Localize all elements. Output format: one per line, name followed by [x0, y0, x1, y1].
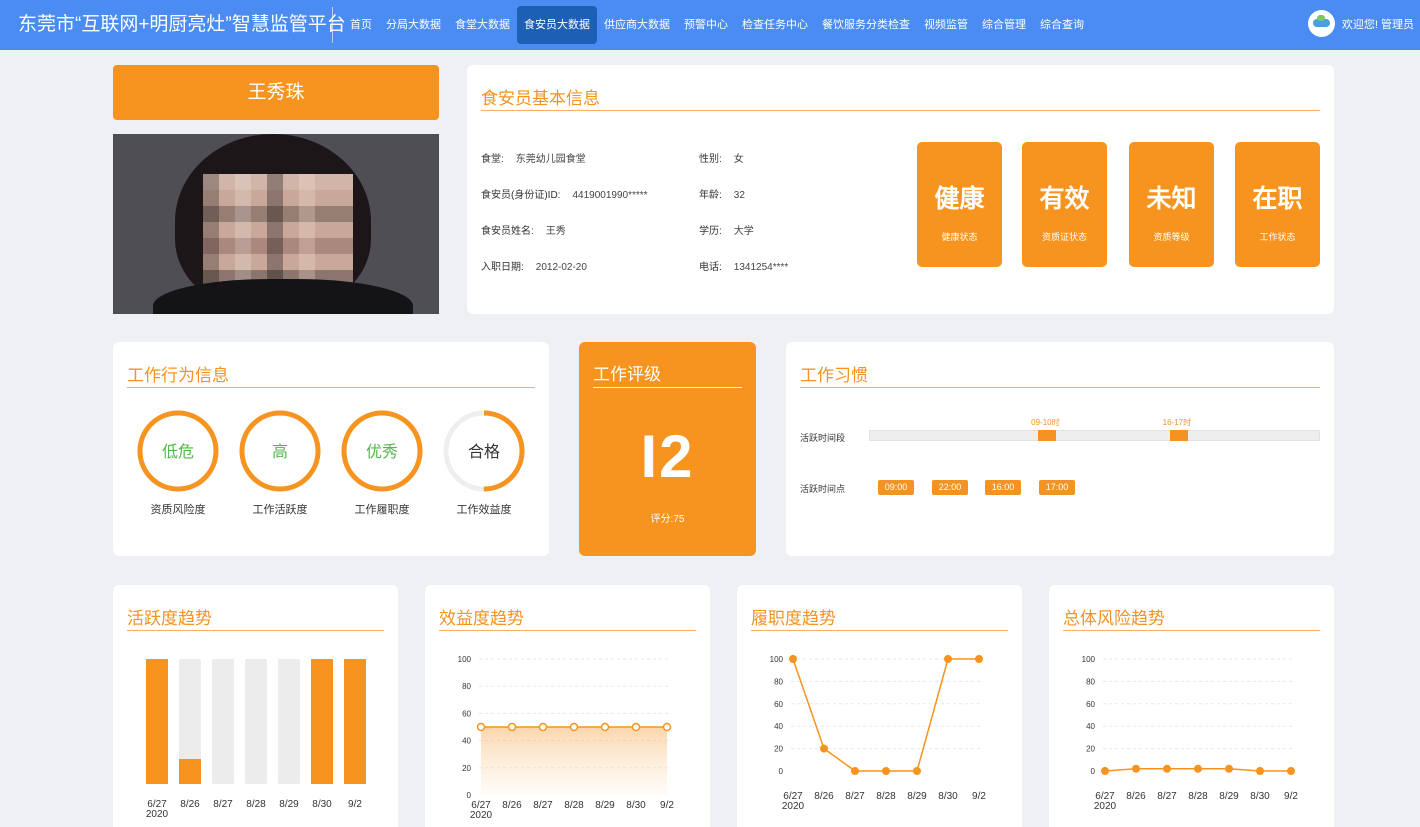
- active-time-chip: 17:00: [1039, 480, 1075, 495]
- ring-value: 合格: [468, 443, 500, 461]
- progress-ring: 高: [238, 409, 322, 493]
- nav-safety-officer-data[interactable]: 食安员大数据: [517, 6, 597, 44]
- nav-home[interactable]: 首页: [343, 6, 379, 44]
- ring-value: 优秀: [366, 443, 398, 461]
- app-title: 东莞市“互联网+明厨亮灶”智慧监管平台: [0, 7, 346, 43]
- chart-title: 效益度趋势: [439, 609, 524, 628]
- active-point-label: 活跃时间点: [800, 484, 846, 494]
- info-canteen: 食堂: 东莞幼儿园食堂: [481, 154, 586, 165]
- rating-card: 工作评级 I2 评分:75: [579, 342, 756, 556]
- ring-label: 工作履职度: [354, 504, 410, 516]
- basic-info-title: 食安员基本信息: [481, 89, 600, 108]
- ring-label: 工作活跃度: [252, 504, 308, 516]
- habits-title: 工作习惯: [800, 366, 868, 385]
- nav-inspection-tasks[interactable]: 检查任务中心: [735, 6, 815, 44]
- info-name: 食安员姓名: 王秀: [481, 226, 566, 237]
- rating-grade: I2: [640, 423, 695, 490]
- info-hire-date: 入职日期: 2012-02-20: [481, 262, 587, 273]
- chart-title: 活跃度趋势: [127, 609, 212, 628]
- info-gender: 性别: 女: [699, 154, 744, 165]
- habits-divider: [800, 387, 1320, 388]
- chart-divider: [439, 630, 696, 631]
- behavior-divider: [127, 387, 535, 388]
- nav-video-supervision[interactable]: 视频监管: [917, 6, 975, 44]
- officer-name: 王秀珠: [113, 65, 439, 120]
- nav-catering-inspection[interactable]: 餐饮服务分类检查: [815, 6, 917, 44]
- basic-info-divider: [481, 110, 1320, 111]
- nav-query[interactable]: 综合查询: [1033, 6, 1091, 44]
- rating-score: 评分:75: [650, 514, 685, 525]
- chart-divider: [1063, 630, 1320, 631]
- nav-canteen-data[interactable]: 食堂大数据: [448, 6, 517, 44]
- active-period-label: 09-10时: [1031, 418, 1060, 427]
- nav-branch-data[interactable]: 分局大数据: [379, 6, 448, 44]
- chart-divider: [751, 630, 1008, 631]
- active-period-segment: [1169, 430, 1188, 441]
- chart-title: 总体风险趋势: [1063, 609, 1165, 628]
- nav-management[interactable]: 综合管理: [975, 6, 1033, 44]
- info-education: 学历: 大学: [699, 226, 754, 237]
- ring-value: 高: [272, 443, 288, 461]
- active-time-chip: 09:00: [878, 480, 914, 495]
- progress-ring: 合格: [442, 409, 526, 493]
- info-id: 食安员(身份证)ID: 4419001990*****: [481, 190, 648, 201]
- habits-card: [786, 342, 1334, 556]
- certificate-status-tile: 有效 资质证状态: [1022, 142, 1107, 267]
- active-period-label: 16-17时: [1162, 418, 1192, 427]
- ring-label: 资质风险度: [150, 504, 206, 516]
- user-menu[interactable]: 欢迎您! 管理员: [1307, 10, 1414, 37]
- top-header: 东莞市“互联网+明厨亮灶”智慧监管平台 首页 分局大数据 食堂大数据 食安员大数…: [0, 0, 1420, 50]
- main-nav: 首页 分局大数据 食堂大数据 食安员大数据 供应商大数据 预警中心 检查任务中心…: [343, 0, 1091, 50]
- active-period-segment: [1038, 430, 1057, 441]
- active-period-label: 活跃时间段: [800, 433, 846, 443]
- qualification-level-tile: 未知 资质等级: [1129, 142, 1214, 267]
- health-status-tile: 健康 健康状态: [917, 142, 1002, 267]
- progress-ring: 低危: [136, 409, 220, 493]
- progress-ring: 优秀: [340, 409, 424, 493]
- active-time-chip: 22:00: [932, 480, 968, 495]
- rating-title: 工作评级: [593, 365, 661, 384]
- rating-divider: [593, 387, 742, 388]
- chart-title: 履职度趋势: [751, 609, 836, 628]
- active-time-chip: 16:00: [985, 480, 1021, 495]
- ring-label: 工作效益度: [456, 504, 512, 516]
- active-period-track: [869, 430, 1320, 441]
- nav-supplier-data[interactable]: 供应商大数据: [597, 6, 677, 44]
- chart-divider: [127, 630, 384, 631]
- officer-photo: [113, 134, 439, 314]
- info-age: 年龄: 32: [699, 190, 745, 201]
- avatar[interactable]: [1307, 10, 1335, 37]
- info-phone: 电话: 1341254****: [699, 262, 789, 273]
- welcome-text: 欢迎您! 管理员: [1341, 18, 1414, 31]
- nav-warning-center[interactable]: 预警中心: [677, 6, 735, 44]
- ring-value: 低危: [162, 443, 194, 461]
- work-status-tile: 在职 工作状态: [1235, 142, 1320, 267]
- behavior-title: 工作行为信息: [127, 366, 229, 385]
